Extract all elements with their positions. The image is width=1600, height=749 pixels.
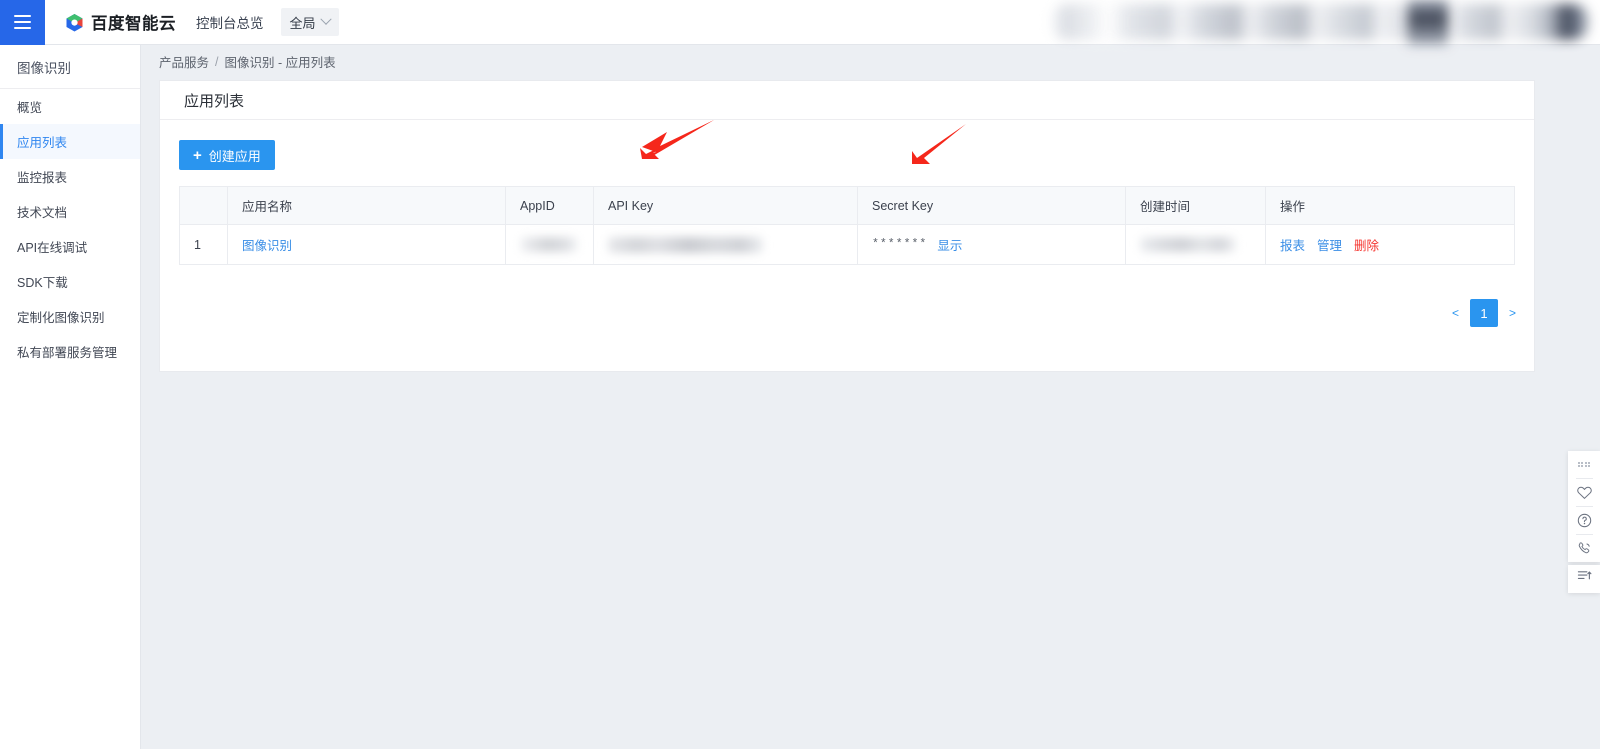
scope-selector[interactable]: 全局 <box>280 8 339 36</box>
sidebar-item-label: 监控报表 <box>17 171 68 185</box>
secret-key-mask: ******* <box>872 238 928 251</box>
top-header: 百度智能云 控制台总览 全局 <box>0 0 1600 45</box>
header-right-redacted-nav <box>1050 4 1590 40</box>
row-index: 1 <box>179 224 228 265</box>
api-key-value-redacted <box>608 236 763 253</box>
sidebar-item-label: SDK下载 <box>17 276 68 290</box>
pagination-prev-button[interactable]: < <box>1452 306 1459 320</box>
table-header-row: 应用名称 AppID API Key Secret Key 创建时间 操作 <box>179 186 1515 225</box>
sidebar-item-label: API在线调试 <box>17 241 88 255</box>
row-appid-cell <box>505 224 594 265</box>
action-manage-link[interactable]: 管理 <box>1317 235 1342 254</box>
scroll-to-top-button[interactable] <box>1568 565 1600 593</box>
sidebar-item-private-deploy[interactable]: 私有部署服务管理 <box>0 334 140 369</box>
table-header-appid: AppID <box>505 186 594 225</box>
table-row: 1 图像识别 ******* 显示 报表 管理 删除 <box>179 224 1515 265</box>
hamburger-icon[interactable] <box>0 0 45 45</box>
row-secret-key-cell: ******* 显示 <box>857 224 1126 265</box>
sidebar-item-label: 技术文档 <box>17 206 68 220</box>
create-app-button[interactable]: + 创建应用 <box>179 140 275 170</box>
table-header-api-key: API Key <box>593 186 858 225</box>
sidebar-item-label: 定制化图像识别 <box>17 311 105 325</box>
table-header-created-at: 创建时间 <box>1125 186 1266 225</box>
sidebar: 图像识别 概览 应用列表 监控报表 技术文档 API在线调试 SDK下载 定制化… <box>0 45 141 749</box>
question-mark-icon[interactable] <box>1568 507 1600 534</box>
row-actions-cell: 报表 管理 删除 <box>1265 224 1515 265</box>
app-list-table: 应用名称 AppID API Key Secret Key 创建时间 操作 1 … <box>179 186 1515 265</box>
sidebar-item-custom-image[interactable]: 定制化图像识别 <box>0 299 140 334</box>
baidu-cloud-logo-icon <box>65 13 84 32</box>
app-list-card: 应用列表 + 创建应用 应用名称 AppID API Key Secret Ke… <box>159 80 1535 372</box>
table-header-actions: 操作 <box>1265 186 1515 225</box>
action-report-link[interactable]: 报表 <box>1280 235 1305 254</box>
plus-icon: + <box>193 146 202 164</box>
sidebar-item-app-list[interactable]: 应用列表 <box>0 124 140 159</box>
phone-icon[interactable] <box>1568 535 1600 562</box>
chevron-down-icon <box>319 13 332 25</box>
pagination: < 1 > <box>1452 299 1516 327</box>
sidebar-title: 图像识别 <box>0 45 140 89</box>
appid-value-redacted <box>520 237 578 253</box>
table-header-secret-key: Secret Key <box>857 186 1126 225</box>
sidebar-item-monitor-report[interactable]: 监控报表 <box>0 159 140 194</box>
app-name-link[interactable]: 图像识别 <box>242 239 292 253</box>
table-header-index <box>179 186 228 225</box>
heart-icon[interactable] <box>1568 479 1600 506</box>
breadcrumb-root[interactable]: 产品服务 <box>159 52 209 71</box>
float-toolbar <box>1568 451 1600 562</box>
sidebar-item-label: 概览 <box>17 101 43 115</box>
card-body: + 创建应用 应用名称 AppID API Key Secret Key 创建时… <box>160 120 1534 265</box>
main-content: 产品服务 / 图像识别 - 应用列表 应用列表 + 创建应用 应用名称 AppI… <box>141 45 1600 749</box>
create-app-button-label: 创建应用 <box>208 148 261 164</box>
brand[interactable]: 百度智能云 <box>65 10 176 34</box>
header-user-avatar-redacted <box>1408 0 1448 45</box>
sidebar-item-overview[interactable]: 概览 <box>0 89 140 124</box>
pagination-next-button[interactable]: > <box>1509 306 1516 320</box>
sidebar-item-label: 私有部署服务管理 <box>17 346 118 360</box>
pagination-page-1[interactable]: 1 <box>1469 299 1498 327</box>
scroll-to-top-icon <box>1577 569 1592 589</box>
table-header-app-name: 应用名称 <box>227 186 506 225</box>
created-at-value-redacted <box>1140 237 1236 253</box>
row-app-name-cell: 图像识别 <box>227 224 506 265</box>
row-created-at-cell <box>1125 224 1266 265</box>
console-overview-link[interactable]: 控制台总览 <box>196 12 264 32</box>
card-header: 应用列表 <box>160 81 1534 120</box>
breadcrumb-separator: / <box>215 54 219 69</box>
breadcrumb-current: 图像识别 - 应用列表 <box>224 56 336 70</box>
scope-selector-label: 全局 <box>289 15 316 31</box>
sidebar-item-api-debug[interactable]: API在线调试 <box>0 229 140 264</box>
action-delete-link[interactable]: 删除 <box>1354 235 1379 254</box>
page-title: 应用列表 <box>184 92 245 110</box>
sidebar-item-tech-docs[interactable]: 技术文档 <box>0 194 140 229</box>
sidebar-item-label: 应用列表 <box>17 136 68 150</box>
secret-key-show-link[interactable]: 显示 <box>937 235 962 254</box>
brand-name: 百度智能云 <box>91 15 176 33</box>
row-api-key-cell <box>593 224 858 265</box>
drag-dots-icon[interactable] <box>1568 451 1600 478</box>
breadcrumb: 产品服务 / 图像识别 - 应用列表 <box>141 45 1600 78</box>
sidebar-item-sdk-download[interactable]: SDK下载 <box>0 264 140 299</box>
